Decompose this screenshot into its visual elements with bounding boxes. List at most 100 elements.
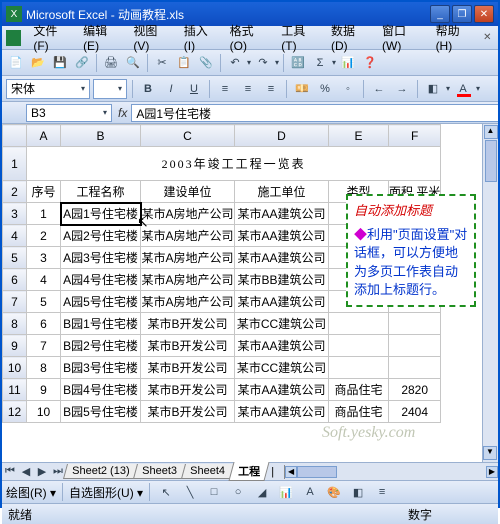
undo-icon[interactable]: ↶ (225, 53, 245, 73)
cell[interactable]: A园3号住宅楼 (61, 247, 141, 269)
cell[interactable]: 某市AA建筑公司 (235, 225, 329, 247)
italic-button[interactable]: I (161, 79, 181, 99)
cell[interactable]: 某市B开发公司 (141, 357, 235, 379)
worksheet[interactable]: ABCDEF12003年竣工工程一览表2序号工程名称建设单位施工单位类型面积 平… (2, 124, 498, 462)
cell[interactable]: A园5号住宅楼 (61, 291, 141, 313)
fillcolor-draw-icon[interactable]: 🎨 (324, 482, 344, 502)
cell[interactable] (329, 357, 389, 379)
font-selector[interactable]: 宋体▾ (6, 79, 90, 99)
cell[interactable]: B园5号住宅楼 (61, 401, 141, 423)
row-header[interactable]: 10 (3, 357, 27, 379)
formula-input[interactable]: A园1号住宅楼 (131, 104, 498, 122)
cell[interactable]: A园2号住宅楼 (61, 225, 141, 247)
col-header-B[interactable]: B (61, 125, 141, 147)
menu-help[interactable]: 帮助(H) (430, 20, 481, 55)
cell[interactable]: 某市AA建筑公司 (235, 247, 329, 269)
cell[interactable]: 某市A房地产公司 (141, 291, 235, 313)
currency-icon[interactable]: 💴 (292, 79, 312, 99)
cell[interactable]: 4 (27, 269, 61, 291)
tab-nav-prev[interactable]: ◀ (18, 465, 34, 478)
cell[interactable]: 某市AA建筑公司 (235, 335, 329, 357)
cell[interactable] (389, 313, 441, 335)
row-header[interactable]: 11 (3, 379, 27, 401)
cell[interactable]: 1 (27, 203, 61, 225)
cell[interactable]: 某市BB建筑公司 (235, 269, 329, 291)
underline-button[interactable]: U (184, 79, 204, 99)
autosum-icon[interactable]: Σ (310, 53, 330, 73)
increase-indent-icon[interactable]: → (392, 79, 412, 99)
row-header[interactable]: 5 (3, 247, 27, 269)
cell[interactable]: 某市AA建筑公司 (235, 291, 329, 313)
table-header[interactable]: 建设单位 (141, 181, 235, 203)
permission-icon[interactable]: 🔗 (72, 53, 92, 73)
select-icon[interactable]: ↖ (156, 482, 176, 502)
tab-project[interactable]: 工程 (229, 462, 270, 481)
cell[interactable]: 某市AA建筑公司 (235, 379, 329, 401)
cell[interactable]: A园4号住宅楼 (61, 269, 141, 291)
cell[interactable]: B园2号住宅楼 (61, 335, 141, 357)
autoshapes-menu[interactable]: 自选图形(U) ▾ (69, 484, 143, 501)
font-size-selector[interactable]: ▾ (93, 79, 127, 99)
vertical-scrollbar[interactable]: ▲ ▼ (482, 124, 498, 462)
doc-close-button[interactable]: ✕ (481, 31, 494, 45)
tab-nav-first[interactable]: ⏮ (2, 465, 18, 478)
draw-menu[interactable]: 绘图(R) ▾ (6, 484, 56, 501)
cell[interactable]: 6 (27, 313, 61, 335)
menu-insert[interactable]: 插入(I) (178, 20, 224, 55)
paste-icon[interactable]: 📎 (196, 53, 216, 73)
cut-icon[interactable]: ✂ (152, 53, 172, 73)
row-header[interactable]: 9 (3, 335, 27, 357)
select-all-corner[interactable] (3, 125, 27, 147)
workbook-icon[interactable] (6, 30, 21, 46)
cell[interactable]: 9 (27, 379, 61, 401)
cell[interactable]: B园1号住宅楼 (61, 313, 141, 335)
table-header[interactable]: 工程名称 (61, 181, 141, 203)
cell[interactable]: 某市B开发公司 (141, 335, 235, 357)
menu-edit[interactable]: 编辑(E) (77, 20, 127, 55)
cell[interactable]: 某市A房地产公司 (141, 269, 235, 291)
chart-icon[interactable]: 📊 (338, 53, 358, 73)
cell[interactable]: 10 (27, 401, 61, 423)
cell[interactable] (389, 335, 441, 357)
menu-view[interactable]: 视图(V) (127, 20, 177, 55)
tab-nav-next[interactable]: ▶ (34, 465, 50, 478)
cell[interactable]: 5 (27, 291, 61, 313)
row-header[interactable]: 4 (3, 225, 27, 247)
tab-sheet4[interactable]: Sheet4 (181, 464, 234, 479)
oval-icon[interactable]: ○ (228, 482, 248, 502)
print-icon[interactable]: 🖨 (101, 53, 121, 73)
cell[interactable]: 2820 (389, 379, 441, 401)
save-icon[interactable]: 💾 (50, 53, 70, 73)
cell[interactable]: 某市AA建筑公司 (235, 401, 329, 423)
menu-window[interactable]: 窗口(W) (376, 20, 430, 55)
cell[interactable] (389, 357, 441, 379)
cell[interactable]: 某市AA建筑公司 (235, 203, 329, 225)
menu-format[interactable]: 格式(O) (224, 20, 276, 55)
cell[interactable]: B园3号住宅楼 (61, 357, 141, 379)
align-center-icon[interactable]: ≡ (238, 79, 258, 99)
table-header[interactable]: 施工单位 (235, 181, 329, 203)
row-header[interactable]: 7 (3, 291, 27, 313)
wordart-icon[interactable]: A (300, 482, 320, 502)
cell[interactable]: 某市A房地产公司 (141, 203, 235, 225)
cell[interactable]: 2 (27, 225, 61, 247)
textbox-icon[interactable]: ◢ (252, 482, 272, 502)
cell[interactable] (329, 335, 389, 357)
redo-icon[interactable]: ↷ (253, 53, 273, 73)
col-header-E[interactable]: E (329, 125, 389, 147)
sort-icon[interactable]: 🔠 (288, 53, 308, 73)
cell[interactable] (329, 313, 389, 335)
cell[interactable]: 商品住宅 (329, 401, 389, 423)
preview-icon[interactable]: 🔍 (123, 53, 143, 73)
copy-icon[interactable]: 📋 (174, 53, 194, 73)
tab-sheet2[interactable]: Sheet2 (13) (63, 464, 139, 479)
row-header[interactable]: 6 (3, 269, 27, 291)
sheet-title[interactable]: 2003年竣工工程一览表 (27, 147, 441, 181)
fx-icon[interactable]: fx (114, 106, 131, 120)
tab-sheet3[interactable]: Sheet3 (133, 464, 186, 479)
row-header[interactable]: 2 (3, 181, 27, 203)
cell[interactable]: 某市CC建筑公司 (235, 357, 329, 379)
line-icon[interactable]: ╲ (180, 482, 200, 502)
menu-data[interactable]: 数据(D) (325, 20, 376, 55)
fill-color-icon[interactable]: ◧ (423, 79, 443, 99)
